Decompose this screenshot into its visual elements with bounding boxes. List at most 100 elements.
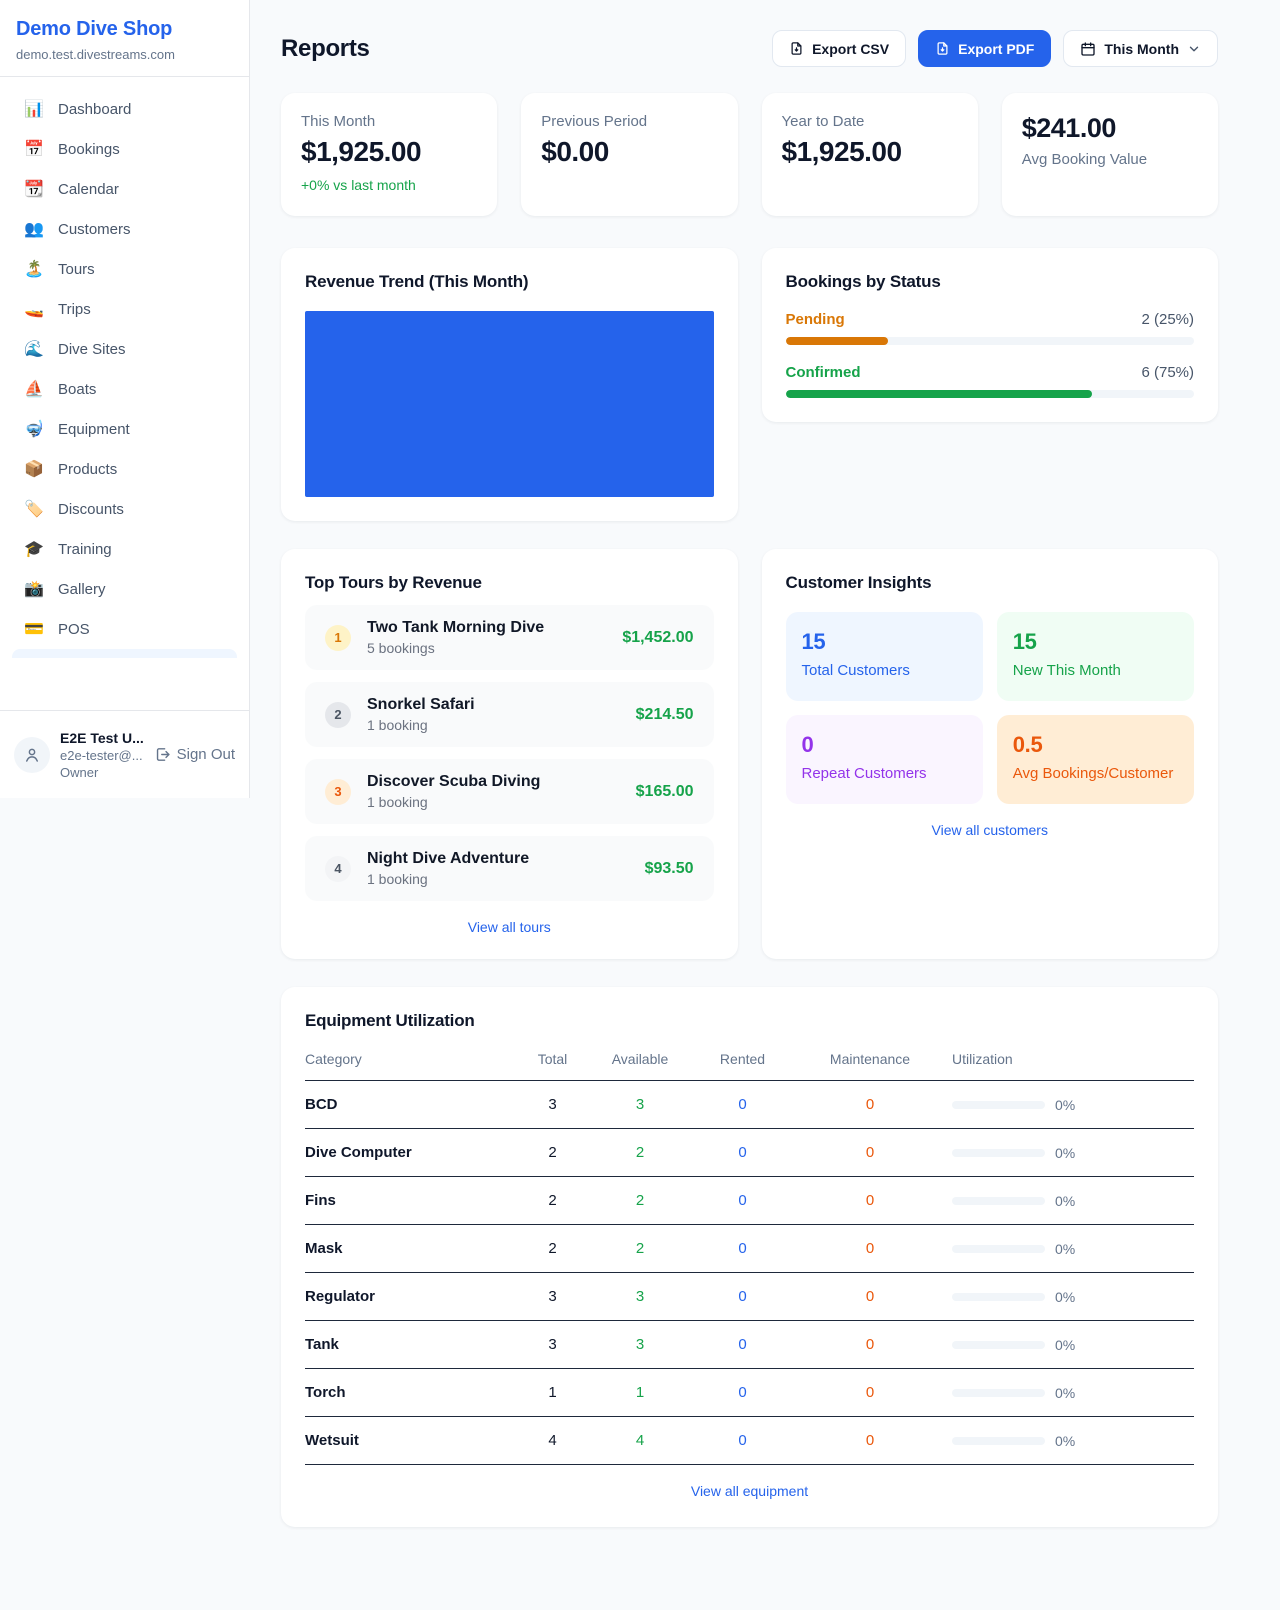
nav-item-label: Dive Sites <box>58 341 126 358</box>
nav-item-icon: 🎓 <box>24 539 44 559</box>
rank-badge: 4 <box>325 856 351 882</box>
sidebar-item[interactable]: ⛵ Boats <box>12 369 237 409</box>
stat-label: Year to Date <box>782 113 958 130</box>
period-dropdown[interactable]: This Month <box>1063 30 1218 67</box>
view-all-customers-link[interactable]: View all customers <box>786 822 1195 838</box>
status-row: Confirmed 6 (75%) <box>786 364 1195 398</box>
col-available: Available <box>600 1051 680 1067</box>
equipment-available: 2 <box>600 1192 680 1209</box>
equipment-available: 1 <box>600 1384 680 1401</box>
col-total: Total <box>505 1051 600 1067</box>
status-row: Pending 2 (25%) <box>786 311 1195 345</box>
tour-bookings: 1 booking <box>367 717 620 733</box>
nav-item-label: Bookings <box>58 141 120 158</box>
sidebar-item[interactable]: 🏷️ Discounts <box>12 489 237 529</box>
tour-revenue: $214.50 <box>636 706 694 724</box>
export-pdf-button[interactable]: Export PDF <box>918 30 1051 67</box>
col-rented: Rented <box>680 1051 805 1067</box>
equipment-title: Equipment Utilization <box>305 1011 1194 1031</box>
stat-value: $1,925.00 <box>782 136 958 168</box>
nav-item-icon: 🤿 <box>24 419 44 439</box>
status-label: Confirmed <box>786 364 861 381</box>
sidebar-item[interactable]: 🚤 Trips <box>12 289 237 329</box>
sidebar-item[interactable]: 📸 Gallery <box>12 569 237 609</box>
equipment-rented: 0 <box>680 1432 805 1449</box>
equipment-available: 2 <box>600 1144 680 1161</box>
equipment-maintenance: 0 <box>805 1336 935 1353</box>
sidebar-item[interactable]: 💳 POS <box>12 609 237 649</box>
export-csv-button[interactable]: Export CSV <box>772 30 906 67</box>
status-count: 2 (25%) <box>1141 311 1194 328</box>
utilization-bar <box>952 1101 1045 1109</box>
insight-tile: 0 Repeat Customers <box>786 715 983 804</box>
sidebar-item[interactable]: 📦 Products <box>12 449 237 489</box>
equipment-available: 3 <box>600 1336 680 1353</box>
equipment-available: 2 <box>600 1240 680 1257</box>
equipment-row: Wetsuit 4 4 0 0 0% <box>305 1417 1194 1465</box>
sidebar-item[interactable]: 🏝️ Tours <box>12 249 237 289</box>
tour-row[interactable]: 1 Two Tank Morning Dive 5 bookings $1,45… <box>305 605 714 670</box>
stat-card: Previous Period $0.00 <box>521 93 737 216</box>
brand: Demo Dive Shop demo.test.divestreams.com <box>0 0 249 77</box>
insight-label: Avg Bookings/Customer <box>1013 765 1178 782</box>
shop-name: Demo Dive Shop <box>16 18 233 41</box>
sidebar-item[interactable]: 📆 Calendar <box>12 169 237 209</box>
equipment-row: Torch 1 1 0 0 0% <box>305 1369 1194 1417</box>
revenue-trend-chart <box>305 311 714 497</box>
sidebar-item[interactable]: 🎓 Training <box>12 529 237 569</box>
sidebar-item[interactable]: 🌊 Dive Sites <box>12 329 237 369</box>
sidebar-item[interactable]: 📊 Dashboard <box>12 89 237 129</box>
tour-row[interactable]: 4 Night Dive Adventure 1 booking $93.50 <box>305 836 714 901</box>
nav-item-label: Trips <box>58 301 91 318</box>
status-progress-track <box>786 390 1195 398</box>
utilization-percent: 0% <box>1055 1385 1075 1401</box>
equipment-maintenance: 0 <box>805 1096 935 1113</box>
sign-out-button[interactable]: Sign Out <box>154 746 235 763</box>
stats-row: This Month $1,925.00 +0% vs last month P… <box>281 93 1218 216</box>
export-csv-label: Export CSV <box>812 41 889 57</box>
col-category: Category <box>305 1051 505 1067</box>
insights-row: Top Tours by Revenue 1 Two Tank Morning … <box>281 549 1218 959</box>
tour-revenue: $165.00 <box>636 783 694 801</box>
status-progress-track <box>786 337 1195 345</box>
revenue-trend-card: Revenue Trend (This Month) <box>281 248 738 521</box>
person-icon <box>23 746 41 764</box>
utilization-percent: 0% <box>1055 1241 1075 1257</box>
sidebar-item[interactable]: 👥 Customers <box>12 209 237 249</box>
equipment-available: 4 <box>600 1432 680 1449</box>
sign-out-label: Sign Out <box>177 746 235 763</box>
nav-item-label: POS <box>58 621 90 638</box>
view-all-equipment-link[interactable]: View all equipment <box>305 1483 1194 1499</box>
tour-bookings: 5 bookings <box>367 640 606 656</box>
stat-label: Avg Booking Value <box>1022 151 1198 168</box>
equipment-category: Mask <box>305 1240 505 1257</box>
sidebar-item-reports-partial[interactable] <box>12 649 237 658</box>
bookings-status-card: Bookings by Status Pending 2 (25%) Confi… <box>762 248 1219 422</box>
utilization-percent: 0% <box>1055 1289 1075 1305</box>
sidebar-item[interactable]: 🤿 Equipment <box>12 409 237 449</box>
insight-label: Total Customers <box>802 662 967 679</box>
tour-name: Two Tank Morning Dive <box>367 619 606 637</box>
equipment-available: 3 <box>600 1096 680 1113</box>
status-label: Pending <box>786 311 845 328</box>
equipment-total: 2 <box>505 1144 600 1161</box>
nav-item-icon: ⛵ <box>24 379 44 399</box>
equipment-maintenance: 0 <box>805 1144 935 1161</box>
export-pdf-label: Export PDF <box>958 41 1034 57</box>
status-count: 6 (75%) <box>1141 364 1194 381</box>
nav-item-label: Calendar <box>58 181 119 198</box>
nav-item-label: Dashboard <box>58 101 131 118</box>
sidebar: Demo Dive Shop demo.test.divestreams.com… <box>0 0 250 798</box>
equipment-category: BCD <box>305 1096 505 1113</box>
equipment-table-header: Category Total Available Rented Maintena… <box>305 1051 1194 1081</box>
tour-row[interactable]: 3 Discover Scuba Diving 1 booking $165.0… <box>305 759 714 824</box>
nav-item-icon: 📦 <box>24 459 44 479</box>
nav-item-icon: 📸 <box>24 579 44 599</box>
nav-item-label: Discounts <box>58 501 124 518</box>
view-all-tours-link[interactable]: View all tours <box>305 919 714 935</box>
tour-row[interactable]: 2 Snorkel Safari 1 booking $214.50 <box>305 682 714 747</box>
insight-label: New This Month <box>1013 662 1178 679</box>
sidebar-item[interactable]: 📅 Bookings <box>12 129 237 169</box>
stat-label: Previous Period <box>541 113 717 130</box>
revenue-trend-title: Revenue Trend (This Month) <box>305 272 714 292</box>
